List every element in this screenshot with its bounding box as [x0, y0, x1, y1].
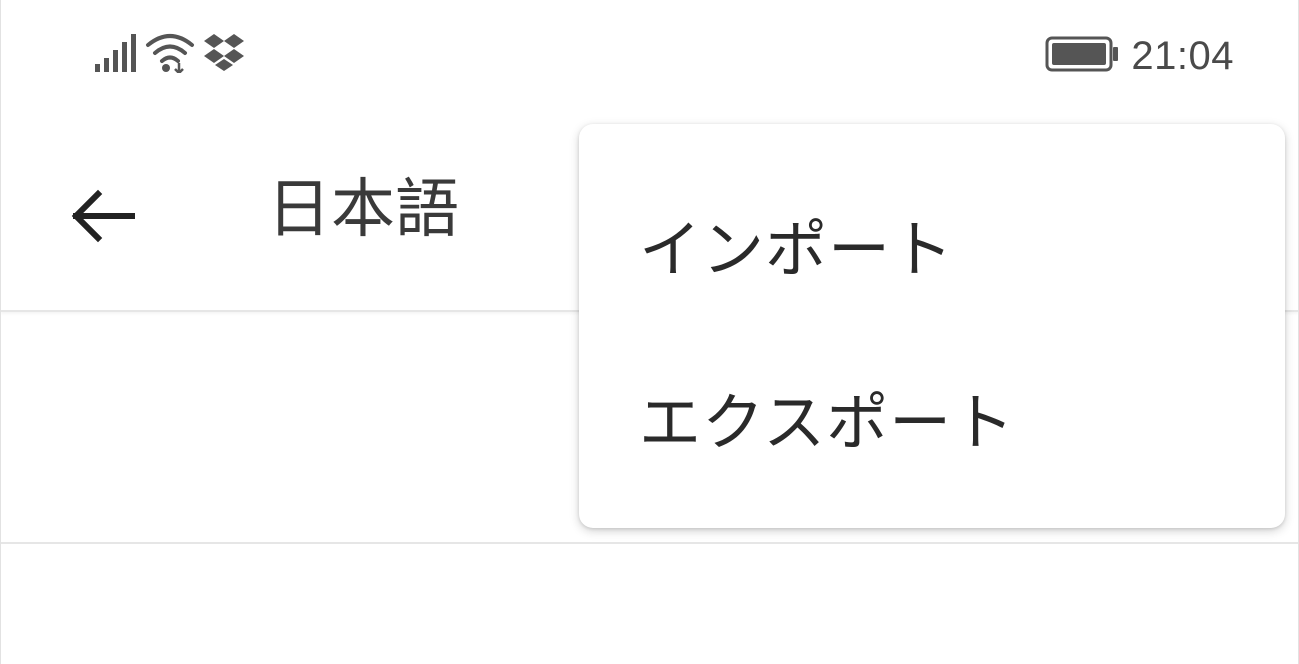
- overflow-menu: インポート エクスポート: [579, 124, 1285, 528]
- page-title: 日本語: [267, 173, 459, 247]
- wifi-icon: [145, 31, 195, 77]
- status-bar: 21:04: [1, 0, 1298, 110]
- signal-icon: [93, 32, 137, 76]
- status-time: 21:04: [1131, 33, 1234, 78]
- menu-item-export[interactable]: エクスポート: [579, 342, 1285, 492]
- app-screen: 21:04 日本語 インポート エクスポート: [0, 0, 1299, 664]
- dropbox-icon: [203, 32, 245, 76]
- status-icons-right: 21:04: [1045, 30, 1234, 82]
- status-icons-left: [93, 30, 245, 78]
- battery-icon: [1045, 34, 1121, 78]
- menu-item-label: エクスポート: [639, 386, 1016, 459]
- menu-item-import[interactable]: インポート: [579, 169, 1285, 319]
- list-row[interactable]: [1, 544, 1298, 664]
- back-button[interactable]: [53, 168, 153, 268]
- arrow-left-icon: [70, 188, 136, 248]
- menu-item-label: インポート: [639, 213, 955, 286]
